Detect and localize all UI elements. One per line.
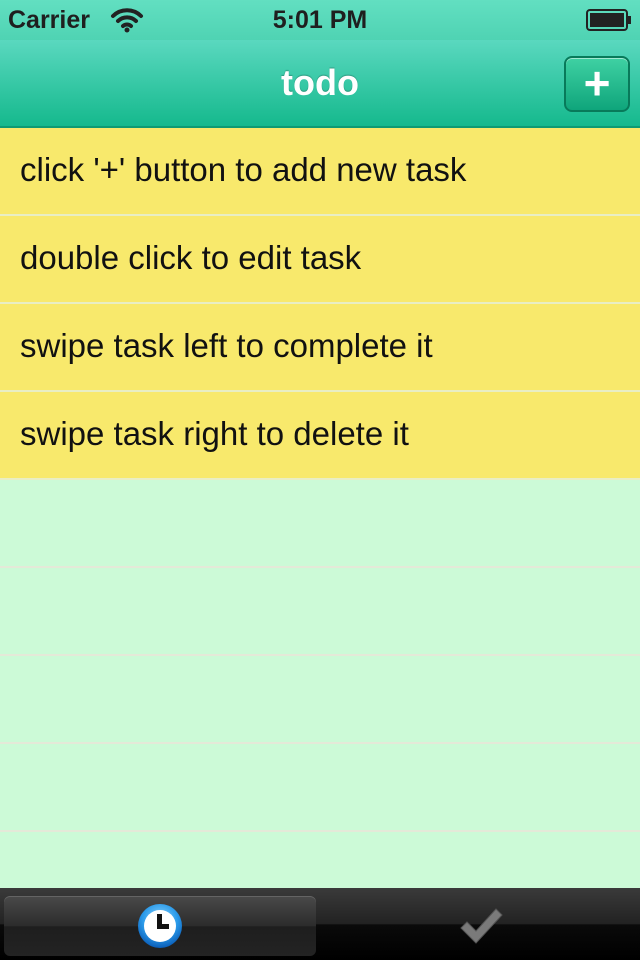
task-row[interactable]: swipe task left to complete it [0, 304, 640, 392]
status-bar: Carrier 5:01 PM [0, 0, 640, 40]
status-time: 5:01 PM [272, 6, 368, 34]
add-task-button[interactable]: + [564, 56, 630, 112]
empty-row [0, 656, 640, 744]
task-text: swipe task left to complete it [20, 327, 433, 364]
task-text: double click to edit task [20, 239, 362, 276]
tab-bar [0, 888, 640, 960]
page-title: todo [281, 62, 359, 103]
empty-row [0, 832, 640, 888]
task-text: swipe task right to delete it [20, 415, 409, 452]
checkmark-icon [460, 908, 503, 944]
task-row[interactable]: click '+' button to add new task [0, 128, 640, 216]
nav-bar: todo + [0, 40, 640, 128]
empty-row [0, 744, 640, 832]
task-text: click '+' button to add new task [20, 151, 467, 188]
empty-row [0, 480, 640, 568]
task-row[interactable]: swipe task right to delete it [0, 392, 640, 480]
battery-icon [586, 9, 631, 31]
clock-icon [138, 904, 182, 948]
task-row[interactable]: double click to edit task [0, 216, 640, 304]
empty-row [0, 568, 640, 656]
task-list: click '+' button to add new task double … [0, 128, 640, 888]
